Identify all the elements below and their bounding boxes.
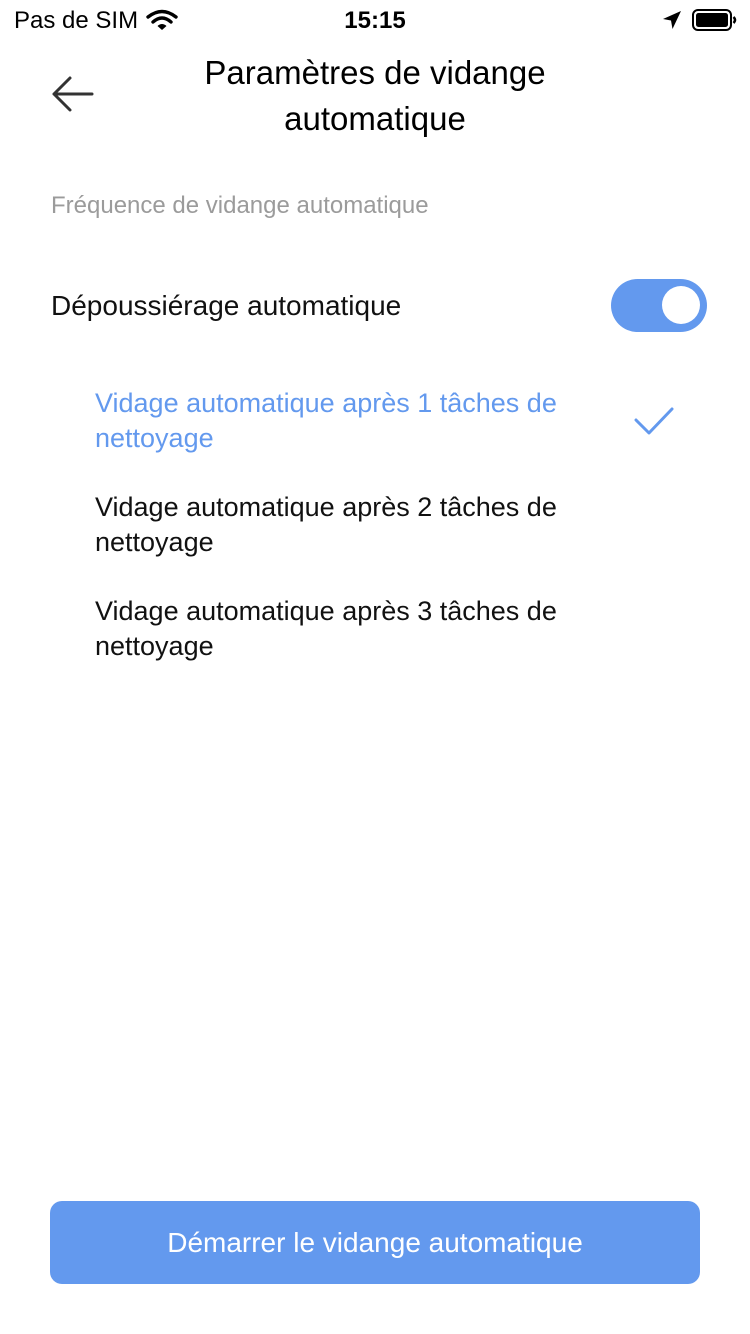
checkmark-icon (634, 407, 674, 435)
frequency-options: Vidage automatique après 1 tâches de net… (95, 386, 715, 698)
location-arrow-icon (663, 11, 681, 29)
option-label: Vidage automatique après 2 tâches de net… (95, 492, 557, 557)
battery-icon (692, 9, 737, 31)
section-label: Fréquence de vidange automatique (51, 192, 429, 219)
back-button[interactable] (44, 70, 100, 118)
option-3-tasks[interactable]: Vidage automatique après 3 tâches de net… (95, 594, 715, 698)
auto-dust-row: Dépoussiérage automatique (51, 276, 707, 336)
arrow-left-icon (52, 76, 94, 112)
page-title: Paramètres de vidange automatique (204, 54, 546, 137)
option-label: Vidage automatique après 3 tâches de net… (95, 596, 557, 661)
start-auto-empty-button[interactable]: Démarrer le vidange automatique (50, 1201, 700, 1284)
status-bar: Pas de SIM 15:15 (0, 0, 750, 40)
option-2-tasks[interactable]: Vidage automatique après 2 tâches de net… (95, 490, 715, 594)
nav-bar: Paramètres de vidange automatique (0, 44, 750, 144)
option-label: Vidage automatique après 1 tâches de net… (95, 388, 557, 453)
auto-dust-toggle[interactable] (611, 279, 707, 332)
option-1-task[interactable]: Vidage automatique après 1 tâches de net… (95, 386, 715, 490)
auto-dust-label: Dépoussiérage automatique (51, 290, 402, 321)
status-time: 15:15 (344, 7, 406, 34)
toggle-knob (662, 286, 700, 324)
